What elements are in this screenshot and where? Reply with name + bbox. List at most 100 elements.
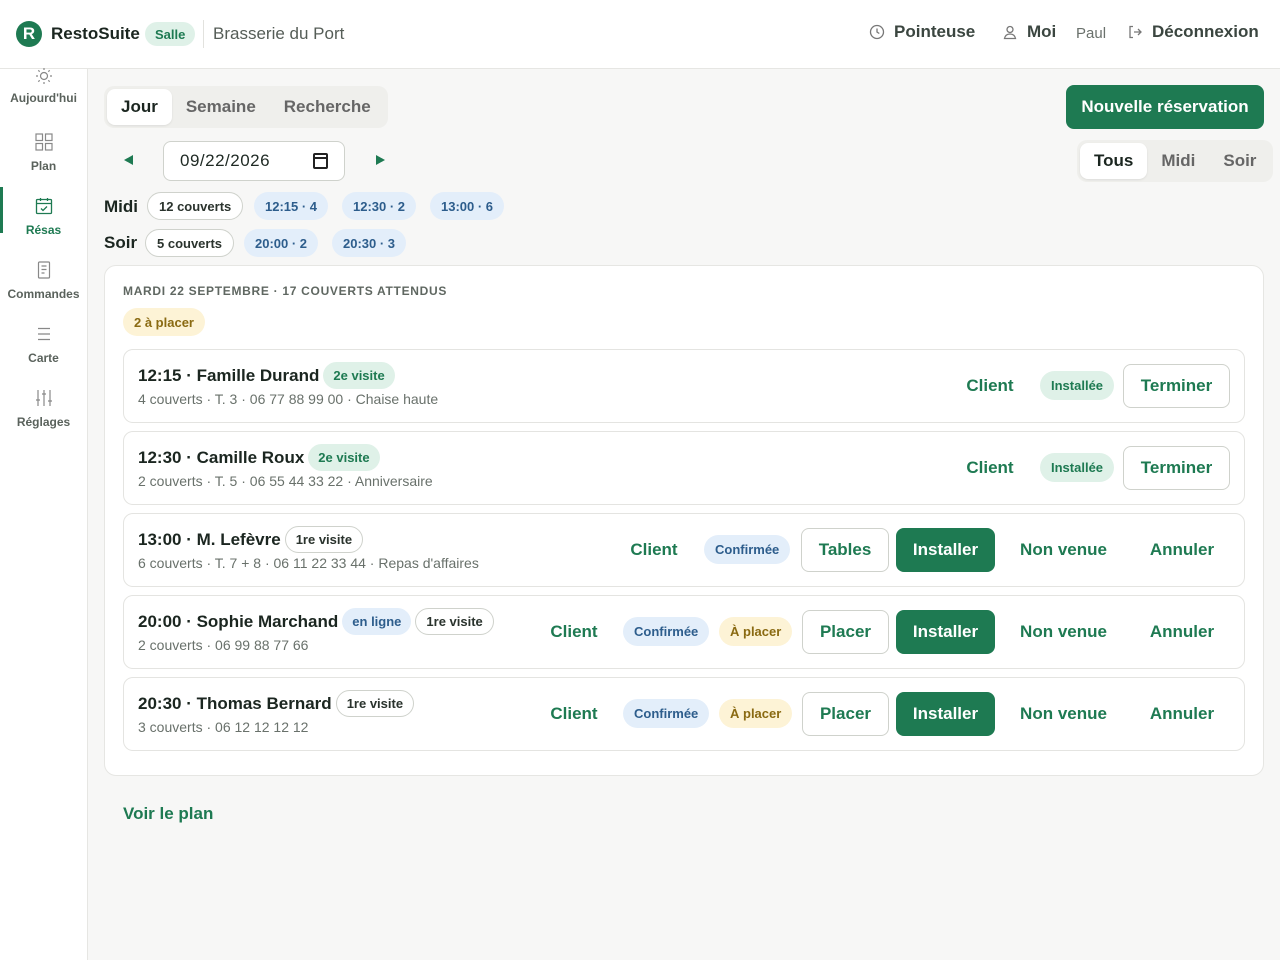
chevron-right-icon (376, 155, 385, 165)
sidebar-item-label: Aujourd'hui (10, 91, 77, 105)
client-button[interactable]: Client (534, 692, 614, 736)
reservation-title: 20:30 · Thomas Bernard 1re visite (138, 690, 415, 717)
tab-day[interactable]: Jour (107, 89, 172, 125)
previous-day-button[interactable] (119, 150, 139, 170)
next-day-button[interactable] (370, 150, 390, 170)
status-badge: Installée (1040, 453, 1115, 482)
reservation-row[interactable]: 12:30 · Camille Roux 2e visite 2 couvert… (123, 431, 1245, 505)
reservation-row[interactable]: 20:00 · Sophie Marchand en ligne 1re vis… (123, 595, 1245, 669)
reservation-name: 12:15 · Famille Durand (138, 365, 320, 385)
logo-icon: R (16, 21, 42, 47)
tab-search[interactable]: Recherche (270, 89, 385, 125)
sidebar-item-orders[interactable]: Commandes (0, 257, 87, 315)
me-link[interactable]: Moi (1001, 22, 1056, 42)
install-button[interactable]: Installer (896, 692, 995, 736)
cancel-button[interactable]: Annuler (1132, 610, 1232, 654)
sidebar: Aujourd'hui Plan Résas Commandes Carte R… (0, 68, 88, 960)
sidebar-item-plan[interactable]: Plan (0, 129, 87, 187)
date-picker[interactable]: 09/22/2026 (163, 141, 345, 181)
visit-badge: 1re visite (284, 526, 364, 553)
filter-all[interactable]: Tous (1080, 143, 1148, 179)
no-show-button[interactable]: Non venue (1003, 528, 1124, 572)
view-tabs: Jour Semaine Recherche (104, 86, 388, 128)
client-button[interactable]: Client (950, 446, 1030, 490)
sliders-icon (33, 387, 55, 409)
slot-chip[interactable]: 20:30 · 3 (332, 229, 407, 257)
reservation-row[interactable]: 13:00 · M. Lefèvre 1re visite 6 couverts… (123, 513, 1245, 587)
visit-badge: 2e visite (323, 362, 395, 389)
app-name: RestoSuite (51, 24, 140, 43)
reservation-meta: 2 couverts · T. 5 · 06 55 44 33 22 · Ann… (138, 473, 433, 489)
mode-badge: Salle (145, 22, 196, 46)
user-icon (1001, 23, 1019, 41)
slot-chip[interactable]: 12:15 · 4 (254, 192, 329, 220)
cancel-button[interactable]: Annuler (1132, 528, 1232, 572)
logout-button[interactable]: Déconnexion (1126, 22, 1259, 42)
slot-chip[interactable]: 20:00 · 2 (244, 229, 319, 257)
reservation-row[interactable]: 20:30 · Thomas Bernard 1re visite 3 couv… (123, 677, 1245, 751)
place-button[interactable]: Placer (802, 692, 889, 736)
calendar-icon[interactable] (313, 153, 328, 169)
restaurant-name: Brasserie du Port (213, 24, 345, 43)
status-badge: Confirmée (623, 699, 710, 728)
sidebar-item-settings[interactable]: Réglages (0, 385, 87, 443)
install-button[interactable]: Installer (896, 610, 995, 654)
client-button[interactable]: Client (950, 364, 1030, 408)
service-midi-label: Midi (104, 197, 138, 216)
pointeuse-link[interactable]: Pointeuse (868, 22, 975, 42)
midi-covers-chip: 12 couverts (147, 192, 244, 220)
sun-icon (33, 65, 55, 87)
source-badge: en ligne (342, 608, 412, 635)
calendar-icon (33, 195, 55, 217)
service-filter: Tous Midi Soir (1077, 140, 1274, 182)
finish-button[interactable]: Terminer (1123, 446, 1230, 490)
sidebar-item-label: Carte (28, 351, 59, 365)
finish-button[interactable]: Terminer (1123, 364, 1230, 408)
to-place-badge: À placer (719, 699, 793, 728)
reservation-row[interactable]: 12:15 · Famille Durand 2e visite 4 couve… (123, 349, 1245, 423)
no-show-button[interactable]: Non venue (1003, 692, 1124, 736)
clock-icon (868, 23, 886, 41)
sidebar-item-label: Réglages (16, 415, 71, 429)
divider (203, 20, 204, 48)
filter-soir[interactable]: Soir (1209, 143, 1270, 179)
sidebar-item-today[interactable]: Aujourd'hui (0, 65, 87, 123)
status-badge: Installée (1040, 371, 1115, 400)
slot-chip[interactable]: 13:00 · 6 (430, 192, 505, 220)
grid-icon (33, 131, 55, 153)
chevron-left-icon (124, 155, 133, 165)
reservation-title: 12:30 · Camille Roux 2e visite (138, 444, 380, 471)
reservation-title: 12:15 · Famille Durand 2e visite (138, 362, 395, 389)
sidebar-item-label: Plan (30, 159, 57, 173)
status-badge: Confirmée (704, 535, 791, 564)
day-heading: MARDI 22 SEPTEMBRE · 17 COUVERTS ATTENDU… (123, 284, 448, 298)
reservation-name: 20:30 · Thomas Bernard (138, 693, 332, 713)
reservation-title: 20:00 · Sophie Marchand en ligne 1re vis… (138, 608, 494, 635)
slot-chip[interactable]: 12:30 · 2 (342, 192, 417, 220)
install-button[interactable]: Installer (896, 528, 995, 572)
filter-midi[interactable]: Midi (1147, 143, 1209, 179)
reservation-meta: 3 couverts · 06 12 12 12 12 (138, 719, 309, 735)
sidebar-item-label: Commandes (7, 287, 80, 301)
cancel-button[interactable]: Annuler (1132, 692, 1232, 736)
user-name: Paul (1076, 25, 1107, 42)
reservation-meta: 6 couverts · T. 7 + 8 · 06 11 22 33 44 ·… (138, 555, 479, 571)
tab-week[interactable]: Semaine (172, 89, 270, 125)
reservation-name: 20:00 · Sophie Marchand (138, 611, 339, 631)
visit-badge: 1re visite (335, 690, 415, 717)
sidebar-item-menu[interactable]: Carte (0, 321, 87, 379)
service-soir-label: Soir (104, 233, 138, 252)
menu-icon (33, 323, 55, 345)
logout-icon (1126, 23, 1144, 41)
see-plan-link[interactable]: Voir le plan (123, 804, 213, 824)
new-reservation-button[interactable]: Nouvelle réservation (1066, 85, 1264, 129)
sidebar-item-label: Résas (25, 223, 62, 237)
tables-button[interactable]: Tables (801, 528, 889, 572)
client-button[interactable]: Client (614, 528, 694, 572)
me-label: Moi (1027, 22, 1057, 41)
client-button[interactable]: Client (534, 610, 614, 654)
logout-label: Déconnexion (1152, 22, 1259, 41)
place-button[interactable]: Placer (802, 610, 889, 654)
sidebar-item-resas[interactable]: Résas (0, 187, 87, 251)
no-show-button[interactable]: Non venue (1003, 610, 1124, 654)
